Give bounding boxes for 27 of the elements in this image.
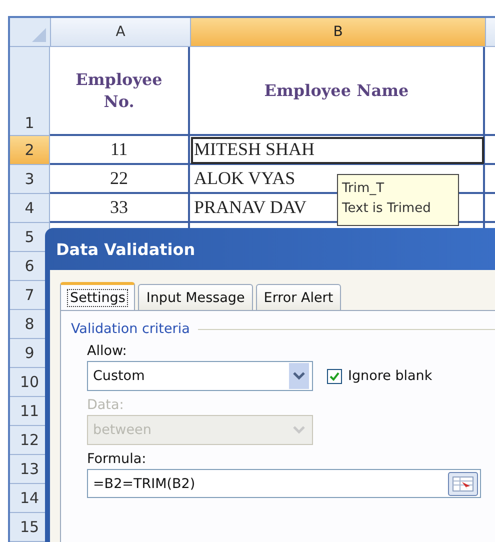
formula-field[interactable]: =B2=TRIM(B2) <box>87 469 481 498</box>
field-label: Data: <box>87 397 125 413</box>
table-cell: 22 <box>50 165 190 194</box>
ignore-blank-checkbox[interactable]: Ignore blank <box>327 368 432 384</box>
row-header[interactable]: 5 <box>10 223 50 252</box>
field-label: Formula: <box>87 451 148 467</box>
window-title: Data Validation <box>56 240 196 258</box>
section-title: Validation criteria <box>71 321 190 337</box>
table-cell: Employee No. <box>50 47 190 136</box>
row-header[interactable]: 3 <box>10 165 50 194</box>
allow-dropdown[interactable]: Custom <box>87 361 313 391</box>
tab[interactable]: Error Alert <box>256 284 342 310</box>
column-header[interactable]: B <box>191 18 486 47</box>
tab[interactable]: Input Message <box>138 284 253 310</box>
row-header[interactable]: 2 <box>10 136 50 165</box>
table-cell: MITESH SHAH <box>190 136 485 165</box>
tab[interactable]: Settings <box>60 282 136 310</box>
checkbox-icon[interactable] <box>327 368 342 384</box>
row-header[interactable]: 1 <box>10 47 50 136</box>
field-label: Allow: <box>87 343 128 359</box>
table-cell: 33 <box>50 194 190 223</box>
tooltip-text: Text is Trimed <box>342 200 432 218</box>
cell-reference-icon[interactable] <box>448 472 478 496</box>
table-cell: 11 <box>50 136 190 165</box>
column-header[interactable]: A <box>51 18 191 47</box>
row-header[interactable]: 4 <box>10 194 50 223</box>
table-cell: Employee Name <box>190 47 485 136</box>
